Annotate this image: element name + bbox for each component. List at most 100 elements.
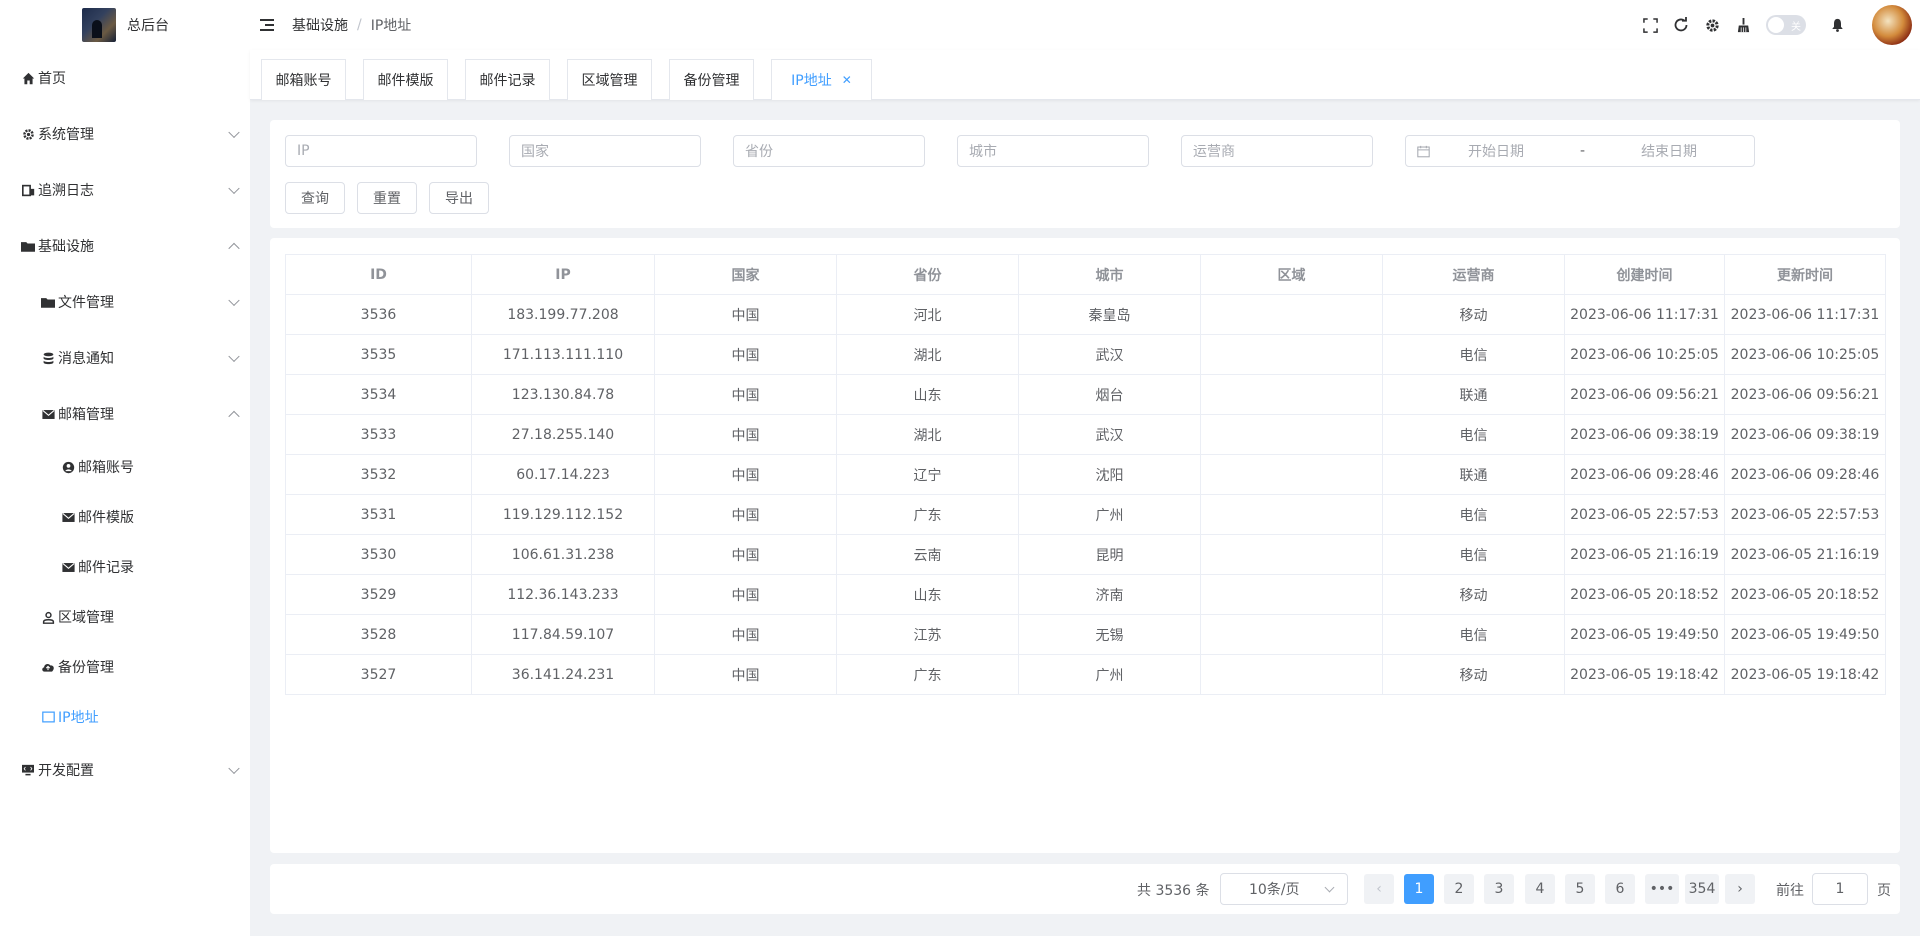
country-input[interactable]: 国家: [509, 135, 701, 167]
table-cell: 2023-06-06 09:56:21: [1724, 374, 1886, 415]
date-range-picker[interactable]: 开始日期 - 结束日期: [1405, 135, 1755, 167]
log-icon: [20, 182, 36, 198]
table-row[interactable]: 3536 183.199.77.208 中国 河北 秦皇岛 移动 2023-06-06 11…: [285, 294, 1886, 335]
user-avatar[interactable]: [1872, 5, 1912, 45]
table-cell: 联通: [1382, 374, 1565, 415]
theme-switch[interactable]: 关: [1766, 15, 1806, 35]
table-cell: 中国: [654, 334, 837, 375]
sidebar-item-system[interactable]: 系统管理: [0, 122, 250, 146]
column-header[interactable]: 国家: [654, 254, 837, 295]
refresh-icon[interactable]: [1672, 16, 1690, 34]
fullscreen-icon[interactable]: [1641, 16, 1659, 34]
sidebar-item-file-management[interactable]: 文件管理: [0, 290, 250, 314]
ip-input[interactable]: IP: [285, 135, 477, 167]
goto-page-input[interactable]: 1: [1812, 873, 1868, 905]
tab-backup-management[interactable]: 备份管理: [669, 59, 754, 100]
table-cell: 移动: [1382, 574, 1565, 615]
table-row[interactable]: 3529 112.36.143.233 中国 山东 济南 移动 2023-06-05 20:…: [285, 574, 1886, 615]
table-cell: 云南: [836, 534, 1019, 575]
page-number-button[interactable]: 1: [1404, 874, 1434, 904]
table-cell: 3531: [285, 494, 472, 535]
sidebar-item-backup-management[interactable]: 备份管理: [0, 656, 250, 678]
sidebar-item-infrastructure[interactable]: 基础设施: [0, 234, 250, 258]
column-header[interactable]: 创建时间: [1564, 254, 1725, 295]
query-button[interactable]: 查询: [285, 182, 345, 214]
table-row[interactable]: 3532 60.17.14.223 中国 辽宁 沈阳 联通 2023-06-06 09:28…: [285, 454, 1886, 495]
table-cell: 3534: [285, 374, 472, 415]
tab-region-management[interactable]: 区域管理: [567, 59, 652, 100]
sidebar-item-home[interactable]: 首页: [0, 66, 250, 90]
table-row[interactable]: 3534 123.130.84.78 中国 山东 烟台 联通 2023-06-06 09:5…: [285, 374, 1886, 415]
page-size-select[interactable]: 10条/页: [1220, 873, 1348, 905]
page-number-button[interactable]: 354: [1685, 874, 1719, 904]
tab-mail-accounts[interactable]: 邮箱账号: [261, 59, 346, 100]
table-cell: 武汉: [1018, 334, 1201, 375]
tab-ip-address[interactable]: IP地址 ✕: [771, 59, 872, 100]
sidebar-item-label: 追溯日志: [38, 183, 94, 199]
province-placeholder: 省份: [745, 144, 773, 160]
city-input[interactable]: 城市: [957, 135, 1149, 167]
sidebar-item-label: IP地址: [58, 710, 99, 726]
breadcrumb-separator: /: [357, 17, 362, 33]
bell-icon[interactable]: [1828, 16, 1846, 34]
broom-icon[interactable]: [1734, 16, 1752, 34]
column-header[interactable]: ID: [285, 254, 472, 295]
table-row[interactable]: 3528 117.84.59.107 中国 江苏 无锡 电信 2023-06-05 19:4…: [285, 614, 1886, 655]
column-header[interactable]: 运营商: [1382, 254, 1565, 295]
prev-page-button[interactable]: ‹: [1364, 874, 1394, 904]
table-row[interactable]: 3527 36.141.24.231 中国 广东 广州 移动 2023-06-05 19:1…: [285, 654, 1886, 695]
column-header[interactable]: 城市: [1018, 254, 1201, 295]
table-cell: 联通: [1382, 454, 1565, 495]
table-cell: 2023-06-06 10:25:05: [1724, 334, 1886, 375]
sidebar-item-trace-log[interactable]: 追溯日志: [0, 178, 250, 202]
tab-label: 备份管理: [683, 73, 740, 89]
sidebar-item-region-management[interactable]: 区域管理: [0, 606, 250, 628]
tab-label: 邮件记录: [479, 73, 536, 89]
sidebar-item-notifications[interactable]: 消息通知: [0, 346, 250, 370]
close-icon[interactable]: ✕: [842, 73, 852, 87]
column-header[interactable]: 更新时间: [1724, 254, 1886, 295]
dev-icon: [20, 762, 36, 778]
page-number-button[interactable]: 2: [1444, 874, 1474, 904]
tab-mail-records[interactable]: 邮件记录: [465, 59, 550, 100]
table-row[interactable]: 3533 27.18.255.140 中国 湖北 武汉 电信 2023-06-06 09:3…: [285, 414, 1886, 455]
country-placeholder: 国家: [521, 144, 549, 160]
column-header[interactable]: IP: [471, 254, 655, 295]
sidebar-item-mail-records[interactable]: 邮件记录: [0, 556, 250, 578]
table-row[interactable]: 3531 119.129.112.152 中国 广东 广州 电信 2023-06-05 22…: [285, 494, 1886, 535]
sidebar-item-label: 邮件模版: [78, 510, 134, 526]
sidebar-item-mailbox-management[interactable]: 邮箱管理: [0, 402, 250, 426]
gear-icon[interactable]: [1703, 16, 1721, 34]
tab-mail-templates[interactable]: 邮件模版: [363, 59, 448, 100]
more-pages-button[interactable]: •••: [1645, 874, 1679, 904]
sidebar-toggle-icon[interactable]: [260, 19, 274, 31]
page-number-button[interactable]: 4: [1525, 874, 1555, 904]
table-row[interactable]: 3535 171.113.111.110 中国 湖北 武汉 电信 2023-06-06 10…: [285, 334, 1886, 375]
column-header[interactable]: 省份: [836, 254, 1019, 295]
table-cell: [1200, 534, 1383, 575]
column-header[interactable]: 区域: [1200, 254, 1383, 295]
logo-area[interactable]: 总后台: [0, 0, 250, 50]
isp-input[interactable]: 运营商: [1181, 135, 1373, 167]
sidebar-item-label: 备份管理: [58, 660, 114, 676]
home-icon: [20, 70, 36, 86]
page-number-button[interactable]: 6: [1605, 874, 1635, 904]
breadcrumb-item[interactable]: 基础设施: [292, 15, 348, 35]
page-number-button[interactable]: 5: [1565, 874, 1595, 904]
search-panel: IP 国家 省份 城市 运营商 开始日期 - 结束日期 查询 重置 导出: [270, 120, 1900, 228]
export-button[interactable]: 导出: [429, 182, 489, 214]
sidebar-item-mail-accounts[interactable]: 邮箱账号: [0, 456, 250, 478]
table-cell: 2023-06-05 19:18:42: [1564, 654, 1725, 695]
province-input[interactable]: 省份: [733, 135, 925, 167]
sidebar-item-dev-config[interactable]: 开发配置: [0, 758, 250, 782]
table-row[interactable]: 3530 106.61.31.238 中国 云南 昆明 电信 2023-06-05 21:1…: [285, 534, 1886, 575]
page-number-button[interactable]: 3: [1484, 874, 1514, 904]
chevron-down-icon: [1324, 882, 1335, 893]
reset-button[interactable]: 重置: [357, 182, 417, 214]
sidebar-item-mail-templates[interactable]: 邮件模版: [0, 506, 250, 528]
table-cell: [1200, 454, 1383, 495]
sidebar-item-ip-address[interactable]: IP地址: [0, 706, 250, 728]
next-page-button[interactable]: ›: [1725, 874, 1755, 904]
table-cell: 2023-06-05 20:18:52: [1724, 574, 1886, 615]
goto-prefix: 前往: [1776, 883, 1804, 899]
